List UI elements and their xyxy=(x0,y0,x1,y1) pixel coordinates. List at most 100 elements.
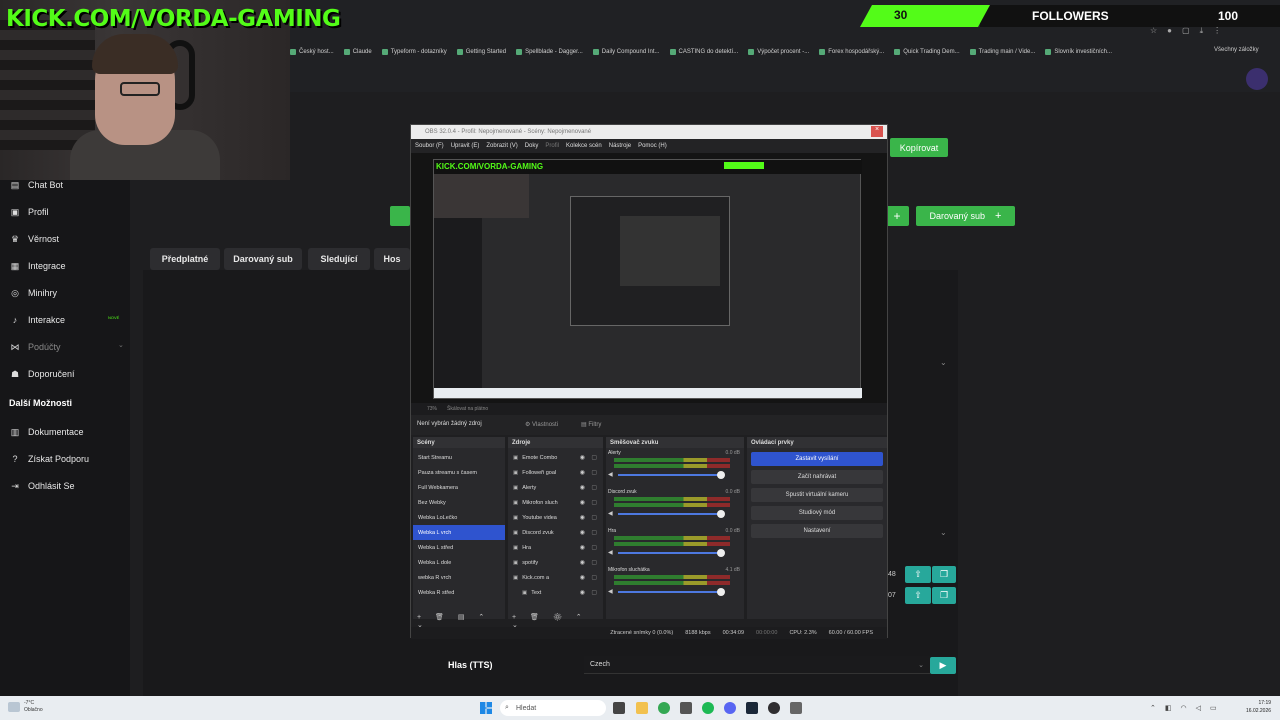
speaker-icon[interactable]: ◀ xyxy=(608,549,613,556)
volume-slider-knob[interactable] xyxy=(717,471,726,479)
speaker-icon[interactable]: ◀ xyxy=(608,510,613,517)
sidebar-item-2[interactable]: ♛ Věrnost xyxy=(10,232,59,246)
sidebar-item-5[interactable]: ♪ Interakce xyxy=(10,313,65,327)
scene-item[interactable]: Webka L střed xyxy=(413,540,505,555)
tab-1[interactable]: Darovaný sub xyxy=(224,248,302,270)
chevron-down-icon[interactable]: ⌄ xyxy=(118,341,124,349)
volume-slider[interactable] xyxy=(618,591,722,593)
sidebar-more-item-0[interactable]: ▥ Dokumentace xyxy=(10,425,84,439)
menu-icon[interactable]: ⋮ xyxy=(1213,26,1221,36)
close-icon[interactable]: × xyxy=(871,126,883,137)
eye-icon[interactable]: ◉ xyxy=(580,469,585,476)
bookmark-item[interactable]: Forex hospodářský... xyxy=(819,49,884,55)
control-button-2[interactable]: Spustit virtuální kameru xyxy=(751,488,883,502)
upload-icon[interactable]: ⇧ xyxy=(905,587,931,604)
scene-item[interactable]: Start Streamu xyxy=(413,450,505,465)
lock-icon[interactable]: ▢ xyxy=(591,589,597,596)
star-icon[interactable]: ☆ xyxy=(1150,26,1157,36)
obs-icon[interactable] xyxy=(768,702,780,714)
play-icon[interactable]: ▶ xyxy=(930,657,956,674)
sidebar-item-3[interactable]: ▦ Integrace xyxy=(10,259,66,273)
bookmark-item[interactable]: Český host... xyxy=(290,49,334,55)
filters-button[interactable]: ▤ Filtry xyxy=(581,421,601,428)
tts-voice-select[interactable]: Czech ⌄ xyxy=(584,656,930,674)
bookmark-item[interactable]: Claude xyxy=(343,49,372,55)
source-item[interactable]: ▣ Mikrofon sluch ◉ ▢ xyxy=(508,495,603,510)
task-view-icon[interactable] xyxy=(613,702,625,714)
sidebar-item-7[interactable]: ☗ Doporučení xyxy=(10,367,75,381)
sidebar-more-item-1[interactable]: ? Získat Podporu xyxy=(10,452,89,466)
eye-icon[interactable]: ◉ xyxy=(580,589,585,596)
bookmark-item[interactable]: Quick Trading Dem... xyxy=(894,49,960,55)
copy-icon[interactable]: ❐ xyxy=(932,587,956,604)
add-icon[interactable]: + xyxy=(885,206,909,226)
volume-icon[interactable]: ◁ xyxy=(1196,704,1201,712)
steam-icon[interactable] xyxy=(746,702,758,714)
volume-slider-knob[interactable] xyxy=(717,510,726,518)
scene-item[interactable]: Webka LoLečko xyxy=(413,510,505,525)
chevron-up-icon[interactable]: ⌃ xyxy=(1150,704,1156,712)
zoom-level[interactable]: 73% xyxy=(427,406,437,412)
battery-icon[interactable]: ▭ xyxy=(1210,704,1217,712)
volume-slider[interactable] xyxy=(618,552,722,554)
lock-icon[interactable]: ▢ xyxy=(591,529,597,536)
chrome-icon[interactable] xyxy=(658,702,670,714)
download-icon[interactable]: ⤓ xyxy=(1200,26,1204,36)
chevron-down-icon[interactable]: ⌄ xyxy=(940,528,947,537)
sidebar-item-6[interactable]: ⋈ Podúčty xyxy=(10,340,61,354)
obs-menu-item[interactable]: Kolekce scén xyxy=(566,143,602,149)
scene-item[interactable]: Webka R střed xyxy=(413,585,505,600)
volume-slider-knob[interactable] xyxy=(717,588,726,596)
eye-icon[interactable]: ◉ xyxy=(580,544,585,551)
obs-preview[interactable]: KICK.COM/VORDA-GAMING xyxy=(411,153,887,403)
tab-icon[interactable]: ▢ xyxy=(1182,26,1190,36)
lock-icon[interactable]: ▢ xyxy=(591,454,597,461)
speaker-icon[interactable]: ◀ xyxy=(608,471,613,478)
source-item[interactable]: ▣ Hra ◉ ▢ xyxy=(508,540,603,555)
control-button-3[interactable]: Studiový mód xyxy=(751,506,883,520)
source-item[interactable]: ▣ Kick.com a ◉ ▢ xyxy=(508,570,603,585)
app-icon[interactable] xyxy=(790,702,802,714)
spotify-icon[interactable] xyxy=(702,702,714,714)
properties-button[interactable]: ⚙ Vlastnosti xyxy=(525,421,558,428)
eye-icon[interactable]: ◉ xyxy=(580,514,585,521)
source-item[interactable]: ▣ Discord zvuk ◉ ▢ xyxy=(508,525,603,540)
copy-button[interactable]: Kopírovat xyxy=(890,138,948,157)
lock-icon[interactable]: ▢ xyxy=(591,469,597,476)
bookmark-item[interactable]: Daily Compound Int... xyxy=(592,49,660,55)
bookmark-item[interactable]: Spellblade - Dagger... xyxy=(516,49,583,55)
control-button-0[interactable]: Zastavit vysílání xyxy=(751,452,883,466)
control-button-1[interactable]: Začít nahrávat xyxy=(751,470,883,484)
eye-icon[interactable]: ◉ xyxy=(580,484,585,491)
source-item[interactable]: ▣ Text ◉ ▢ xyxy=(508,585,603,600)
volume-slider[interactable] xyxy=(618,513,722,515)
bookmark-item[interactable]: Trading main / Vide... xyxy=(969,49,1035,55)
sidebar-item-4[interactable]: ◎ Minihry xyxy=(10,286,57,300)
upload-icon[interactable]: ⇧ xyxy=(905,566,931,583)
eye-icon[interactable]: ◉ xyxy=(580,499,585,506)
speaker-icon[interactable]: ◀ xyxy=(608,588,613,595)
bookmark-item[interactable]: Getting Started xyxy=(456,49,506,55)
lock-icon[interactable]: ▢ xyxy=(591,484,597,491)
bookmark-item[interactable]: Typeform - dotazníky xyxy=(381,49,447,55)
source-item[interactable]: ▣ spotify ◉ ▢ xyxy=(508,555,603,570)
obs-menu-item[interactable]: Profil xyxy=(545,143,559,149)
lock-icon[interactable]: ▢ xyxy=(591,559,597,566)
discord-icon[interactable] xyxy=(724,702,736,714)
scene-item[interactable]: webka R vrch xyxy=(413,570,505,585)
obs-menu-item[interactable]: Nástroje xyxy=(609,143,631,149)
clock[interactable]: 17:19 16.02.2026 xyxy=(1246,699,1271,715)
control-button-4[interactable]: Nastavení xyxy=(751,524,883,538)
eye-icon[interactable]: ◉ xyxy=(580,529,585,536)
copy-icon[interactable]: ❐ xyxy=(932,566,956,583)
sidebar-item-0[interactable]: ▤ Chat Bot xyxy=(10,178,63,192)
obs-menu-item[interactable]: Pomoc (H) xyxy=(638,143,667,149)
volume-slider-knob[interactable] xyxy=(717,549,726,557)
sidebar-item-1[interactable]: ▣ Profil xyxy=(10,205,49,219)
source-item[interactable]: ▣ Followeři goal ◉ ▢ xyxy=(508,465,603,480)
obs-menu-item[interactable]: Doky xyxy=(525,143,539,149)
bookmark-item[interactable]: Výpočet procent -... xyxy=(748,49,809,55)
donated-sub-button[interactable]: Darovaný sub + xyxy=(916,206,1015,226)
partial-green-button[interactable] xyxy=(390,206,410,226)
obs-menu-item[interactable]: Upravit (E) xyxy=(451,143,480,149)
